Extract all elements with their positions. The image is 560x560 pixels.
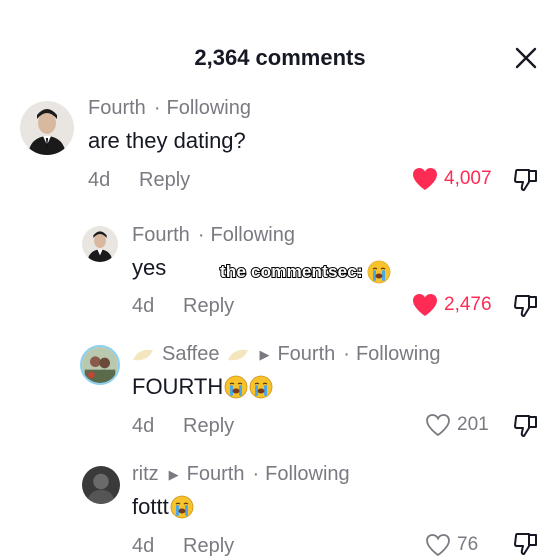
- reply-to-author[interactable]: Fourth: [277, 343, 335, 366]
- overlay-caption-text: the commentsec:: [219, 261, 364, 282]
- crying-face-emoji-icon: [170, 495, 194, 519]
- comment-date: 4d: [88, 169, 111, 191]
- like-count: 201: [457, 414, 489, 435]
- comment-text-row: FOURTH: [132, 374, 273, 400]
- comment-actions: 4d Reply: [132, 415, 332, 439]
- comment-text: are they dating?: [88, 128, 246, 153]
- meta-separator: ·: [197, 224, 205, 246]
- following-label: Following: [210, 224, 295, 246]
- comment-text: fottt: [132, 494, 169, 519]
- reply-to-arrow-icon: ▶: [168, 466, 179, 482]
- avatar[interactable]: [80, 345, 120, 385]
- comment-meta: Saffee ▶ Fourth · Following: [132, 343, 440, 366]
- comments-count-title: 2,364 comments: [194, 45, 366, 70]
- avatar[interactable]: [82, 226, 118, 262]
- heart-outline-icon: [426, 534, 450, 557]
- comment-text: FOURTH: [132, 374, 224, 399]
- close-icon[interactable]: [512, 44, 540, 72]
- crying-face-emoji-icon: [224, 375, 248, 399]
- dislike-icon[interactable]: [512, 530, 540, 558]
- crying-face-emoji-icon: [249, 375, 273, 399]
- comment-actions: 4d Reply: [88, 169, 288, 193]
- reply-to-arrow-icon: ▶: [259, 346, 270, 362]
- leaf-emoji-icon: [228, 349, 249, 360]
- like-count: 2,476: [444, 294, 492, 315]
- dislike-icon[interactable]: [512, 292, 540, 320]
- meta-separator: ·: [153, 97, 161, 119]
- meta-separator: ·: [343, 343, 350, 365]
- comment-meta: Fourth · Following: [88, 97, 251, 120]
- comments-header: 2,364 comments: [0, 0, 560, 120]
- crying-face-emoji-icon: [367, 260, 391, 284]
- comment-meta: ritz ▶ Fourth · Following: [132, 463, 350, 486]
- comment-actions: 4d Reply: [132, 295, 332, 319]
- comment-author[interactable]: Fourth: [88, 97, 146, 120]
- reply-button[interactable]: Reply: [183, 535, 234, 558]
- leaf-emoji-icon: [133, 349, 153, 360]
- comment-date: 4d: [132, 535, 155, 557]
- avatar[interactable]: [20, 101, 74, 155]
- comment-date: 4d: [132, 415, 155, 437]
- reply-button[interactable]: Reply: [183, 295, 234, 318]
- like-count: 76: [457, 534, 479, 555]
- video-overlay-caption: the commentsec:: [219, 260, 391, 284]
- dislike-icon[interactable]: [512, 412, 540, 440]
- heart-outline-icon: [426, 414, 450, 437]
- heart-filled-icon: [413, 168, 437, 190]
- like-count: 4,007: [444, 168, 492, 189]
- following-label: Following: [265, 463, 350, 485]
- comment-text: yes: [132, 255, 167, 280]
- like-button[interactable]: 76: [424, 532, 478, 558]
- like-button[interactable]: 4,007: [411, 166, 492, 192]
- following-label: Following: [355, 343, 441, 365]
- comment-date: 4d: [132, 295, 155, 317]
- following-label: Following: [166, 97, 251, 119]
- meta-separator: ·: [252, 463, 260, 485]
- comment-author[interactable]: Saffee: [162, 343, 219, 366]
- reply-button[interactable]: Reply: [183, 415, 234, 438]
- like-button[interactable]: 201: [424, 412, 489, 438]
- comment-author[interactable]: Fourth: [132, 224, 190, 247]
- comment-text-row: fottt: [132, 494, 194, 520]
- comment-actions: 4d Reply: [132, 535, 332, 559]
- comment-author[interactable]: ritz: [132, 463, 159, 486]
- like-button[interactable]: 2,476: [411, 292, 492, 318]
- reply-to-author[interactable]: Fourth: [187, 463, 245, 486]
- reply-button[interactable]: Reply: [139, 169, 190, 192]
- dislike-icon[interactable]: [512, 166, 540, 194]
- heart-filled-icon: [413, 294, 437, 316]
- avatar[interactable]: [82, 466, 120, 504]
- comment-meta: Fourth · Following: [132, 224, 295, 247]
